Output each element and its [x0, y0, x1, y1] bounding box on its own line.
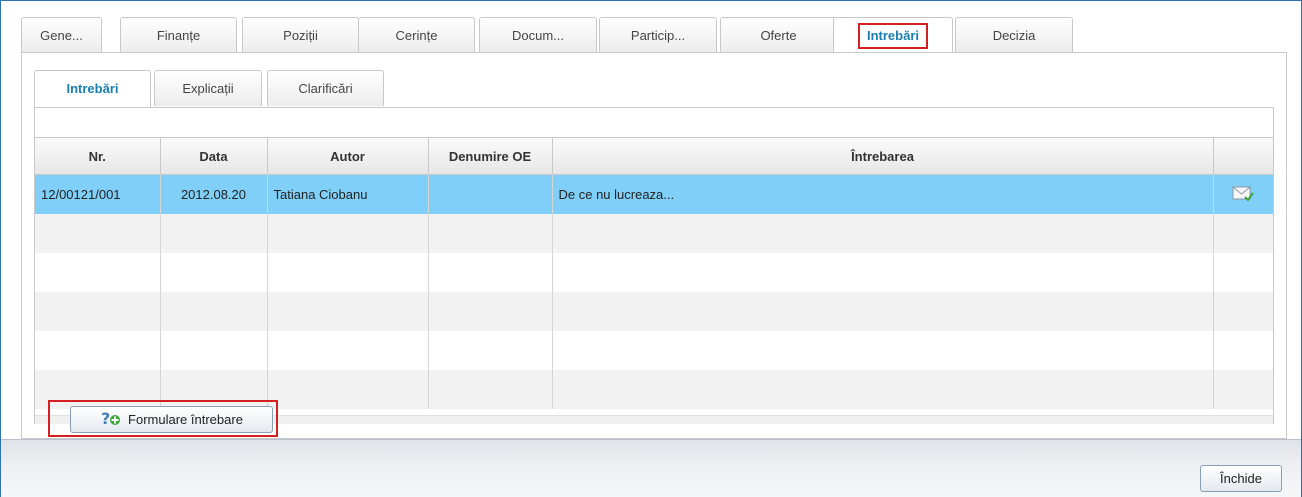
table-row [35, 253, 1273, 292]
svg-text:?: ? [101, 409, 110, 427]
button-label: Închide [1220, 471, 1262, 486]
subtab-intrebari[interactable]: Intrebări [34, 70, 151, 108]
col-header-denumire-oe[interactable]: Denumire OE [428, 138, 553, 175]
cell-data: 2012.08.20 [160, 174, 268, 214]
tab-cerinte[interactable]: Cerințe [358, 17, 475, 52]
tab-label: Particip... [630, 28, 686, 43]
tab-label: Cerințe [395, 28, 438, 43]
table-row [35, 214, 1273, 253]
table-row [35, 292, 1273, 331]
table-row[interactable]: 12/00121/001 2012.08.20 Tatiana Ciobanu … [35, 174, 1273, 214]
tab-pozitii[interactable]: Poziții [242, 17, 359, 52]
tab-participanti[interactable]: Particip... [599, 17, 717, 52]
inchide-button[interactable]: Închide [1200, 465, 1282, 492]
col-header-data[interactable]: Data [160, 138, 268, 175]
tab-finante[interactable]: Finanțe [120, 17, 237, 52]
cell-denumire-oe [428, 174, 553, 214]
dialog-window: Gene... Finanțe Poziții Cerințe Docum...… [0, 0, 1302, 497]
tab-decizia[interactable]: Decizia [955, 17, 1073, 52]
col-header-intrebarea[interactable]: Întrebarea [552, 138, 1214, 175]
tab-label: Finanțe [156, 28, 201, 43]
tab-intrebari[interactable]: Intrebări [833, 17, 953, 54]
tab-documente[interactable]: Docum... [479, 17, 597, 52]
cell-autor: Tatiana Ciobanu [267, 174, 429, 214]
subtab-label: Explicații [182, 81, 234, 96]
tab-label: Docum... [511, 28, 564, 43]
subtab-explicatii[interactable]: Explicații [154, 70, 262, 106]
tab-oferte[interactable]: Oferte [720, 17, 837, 52]
subtab-label: Clarificări [298, 81, 353, 96]
top-tab-bar: Gene... Finanțe Poziții Cerințe Docum...… [21, 17, 1287, 54]
tab-label: Intrebări [857, 23, 928, 49]
tab-label: Poziții [283, 28, 318, 43]
tab-label: Decizia [992, 28, 1036, 43]
col-header-nr[interactable]: Nr. [35, 138, 161, 175]
subtab-clarificari[interactable]: Clarificări [267, 70, 384, 106]
question-add-icon: ? [100, 409, 122, 430]
tab-general[interactable]: Gene... [21, 17, 102, 52]
cell-nr: 12/00121/001 [35, 174, 161, 214]
tab-content-panel: Intrebări Explicații Clarificări Nr. Dat… [21, 52, 1287, 439]
cell-action [1213, 174, 1273, 214]
questions-grid: Nr. Data Autor Denumire OE Întrebarea 12… [35, 137, 1273, 424]
formulare-intrebare-button[interactable]: ? Formulare întrebare [70, 406, 273, 433]
cell-intrebarea: De ce nu lucreaza... [552, 174, 1214, 214]
button-label: Formulare întrebare [128, 412, 243, 427]
mail-check-icon[interactable] [1232, 184, 1254, 205]
tab-label: Gene... [40, 28, 83, 43]
tab-label: Oferte [760, 28, 797, 43]
sub-tab-bar: Intrebări Explicații Clarificări [34, 70, 1274, 108]
questions-panel: Nr. Data Autor Denumire OE Întrebarea 12… [34, 107, 1274, 424]
subtab-label: Intrebări [66, 81, 119, 96]
col-header-actions [1213, 138, 1273, 175]
table-row [35, 331, 1273, 370]
grid-header-row: Nr. Data Autor Denumire OE Întrebarea [35, 138, 1273, 175]
dialog-footer: Închide [1, 439, 1301, 497]
col-header-autor[interactable]: Autor [267, 138, 429, 175]
